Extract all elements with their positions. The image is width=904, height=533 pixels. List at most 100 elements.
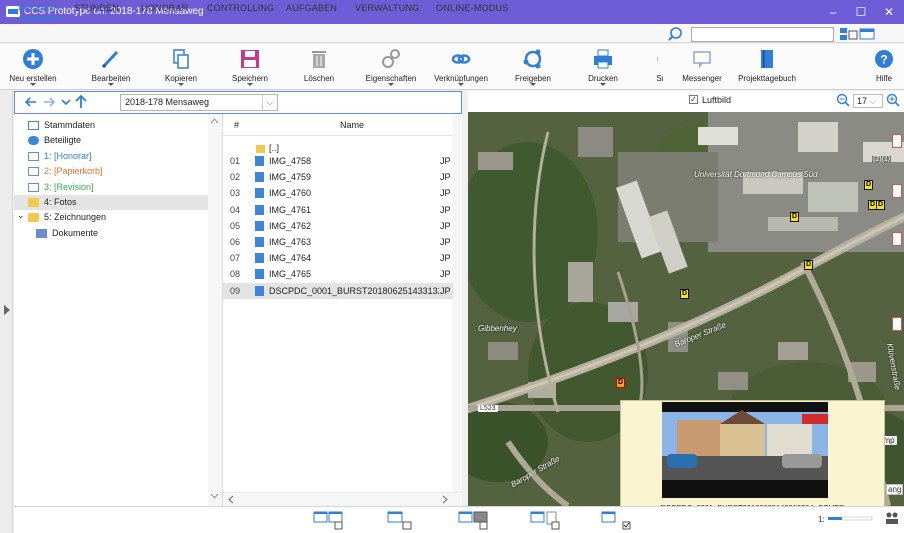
layout-checklist-icon[interactable] [601, 510, 631, 530]
tree-item[interactable]: Stammdaten [14, 118, 210, 133]
tab-verwaltung[interactable]: VERWALTUNG [355, 3, 419, 19]
printer-icon [594, 49, 612, 69]
tab-stunden[interactable]: STUNDEN [74, 3, 119, 19]
table-row[interactable]: 01 IMG_4758 JP [223, 153, 453, 169]
back-arrow-icon[interactable] [24, 96, 38, 108]
expand-arrow-icon[interactable] [4, 305, 10, 315]
view-switch-icon[interactable] [838, 26, 886, 42]
chevron-down-icon[interactable]: ⌵ [262, 95, 277, 110]
column-header-name[interactable]: Name [340, 120, 364, 130]
save-button[interactable]: Speichern [221, 44, 279, 90]
user-group-icon[interactable] [884, 510, 900, 526]
truncated-button-label: Sı [656, 74, 664, 83]
luftbild-checkbox[interactable]: ✓ [689, 95, 698, 104]
chevron-down-icon [178, 83, 184, 86]
photo-marker[interactable]: D [680, 289, 689, 299]
layout-two-columns-icon[interactable] [313, 510, 343, 530]
list-vertical-scrollbar[interactable] [453, 114, 462, 492]
layout-document-icon[interactable] [530, 510, 560, 530]
tab-projekt[interactable]: PROJEKT [18, 3, 61, 19]
plus-circle-icon [23, 49, 43, 69]
tab-controlling[interactable]: CONTROLLING [207, 3, 274, 19]
tree-item[interactable]: Dokumente [14, 226, 210, 241]
scroll-left-icon[interactable] [228, 495, 234, 504]
svg-text:1:: 1: [818, 515, 825, 524]
forward-arrow-icon[interactable] [42, 96, 56, 108]
image-file-icon [255, 269, 264, 280]
floppy-disk-icon [241, 50, 259, 68]
close-button[interactable]: ✕ [876, 3, 902, 21]
scroll-down-icon[interactable] [210, 493, 219, 499]
zoom-level-select[interactable]: 17 ⌵ [853, 94, 883, 108]
expand-chevron-icon[interactable]: ⌄ [17, 208, 25, 223]
side-marker[interactable] [892, 232, 902, 246]
new-button[interactable]: Neu erstellen [4, 44, 62, 90]
tree-item[interactable]: 4: Fotos [14, 195, 210, 210]
table-row[interactable]: 02 IMG_4759 JP [223, 169, 453, 185]
file-name: IMG_4760 [269, 188, 312, 199]
search-icon[interactable] [667, 26, 687, 42]
maximize-button[interactable]: ☐ [848, 3, 874, 21]
parent-folder-item[interactable]: [..] [269, 143, 279, 153]
layout-list-grid-icon[interactable] [458, 510, 488, 530]
tab-online-modus[interactable]: ONLINE-MODUS [436, 3, 508, 19]
people-icon [28, 136, 39, 145]
messenger-button[interactable]: Messenger [675, 44, 729, 90]
edit-button[interactable]: Bearbeiten [82, 44, 140, 90]
scroll-up-icon[interactable] [210, 118, 219, 124]
tree-item-label: Dokumente [52, 228, 99, 238]
row-number: 06 [230, 237, 241, 247]
list-horizontal-scrollbar[interactable] [223, 492, 462, 506]
table-row[interactable]: 03 IMG_4760 JP [223, 185, 453, 201]
print-button[interactable]: Drucken [574, 44, 632, 90]
tree-item[interactable]: Beteiligte [14, 133, 210, 148]
table-row[interactable]: 06 IMG_4763 JP [223, 234, 453, 250]
tree-item[interactable]: 2: [Papierkorb] [14, 164, 210, 179]
photo-marker[interactable]: D [864, 180, 873, 190]
minimize-button[interactable]: – [820, 3, 846, 21]
photo-marker[interactable]: D [876, 200, 885, 210]
side-marker[interactable] [892, 184, 902, 198]
search-input[interactable] [691, 27, 834, 42]
properties-button[interactable]: Eigenschaften [360, 44, 422, 90]
delete-button[interactable]: Löschen [290, 44, 348, 90]
copy-button[interactable]: Kopieren [152, 44, 210, 90]
table-row[interactable]: 05 IMG_4762 JP [223, 218, 453, 234]
photo-marker[interactable]: D [804, 260, 813, 270]
chevron-down-icon[interactable] [60, 96, 72, 108]
column-header-number[interactable]: # [234, 120, 239, 130]
tree-item[interactable]: ⌄ 5: Zeichnungen [14, 210, 210, 225]
photo-marker[interactable]: D [790, 212, 799, 222]
table-row[interactable]: 09 DSCPDC_0001_BURST20180625143313294_COJ… [223, 282, 453, 299]
file-type: JP [440, 220, 451, 231]
tree-item[interactable]: 1: [Honorar] [14, 149, 210, 164]
table-row[interactable]: 04 IMG_4761 JP [223, 202, 453, 218]
zoom-in-icon[interactable] [886, 93, 900, 107]
side-marker[interactable] [892, 134, 902, 148]
project-diary-button-label: Projekttagebuch [738, 74, 796, 83]
layout-single-icon[interactable] [385, 510, 415, 530]
row-number: 09 [230, 285, 241, 296]
table-row[interactable]: 08 IMG_4765 JP [223, 266, 453, 282]
map-label-campus: Universität Dortmund Campus Süd [694, 170, 818, 179]
side-marker[interactable] [892, 317, 902, 331]
truncated-button[interactable]: Sı [650, 44, 670, 90]
tab-aufgaben[interactable]: AUFGABEN [286, 3, 337, 19]
scroll-right-icon[interactable] [442, 495, 448, 504]
row-number: 02 [230, 172, 241, 183]
table-row[interactable]: 07 IMG_4764 JP [223, 250, 453, 266]
up-arrow-icon[interactable] [74, 94, 88, 109]
selected-photo-marker[interactable]: D [616, 378, 625, 388]
image-file-icon [255, 156, 264, 166]
file-type: JP [440, 237, 451, 247]
tree-item[interactable]: 3: [Revision] [14, 180, 210, 195]
tree-scrollbar[interactable] [208, 114, 222, 506]
documents-icon [36, 229, 47, 238]
share-button[interactable]: Freigeben [504, 44, 562, 90]
help-button[interactable]: ? Hilfe [866, 44, 902, 90]
project-selector[interactable]: 2018-178 Mensaweg [120, 94, 278, 111]
tab-honorar[interactable]: HONORAR [141, 3, 188, 19]
project-diary-button[interactable]: Projekttagebuch [733, 44, 801, 90]
links-button[interactable]: Verknüpfungen [430, 44, 492, 90]
zoom-out-icon[interactable] [836, 93, 850, 107]
